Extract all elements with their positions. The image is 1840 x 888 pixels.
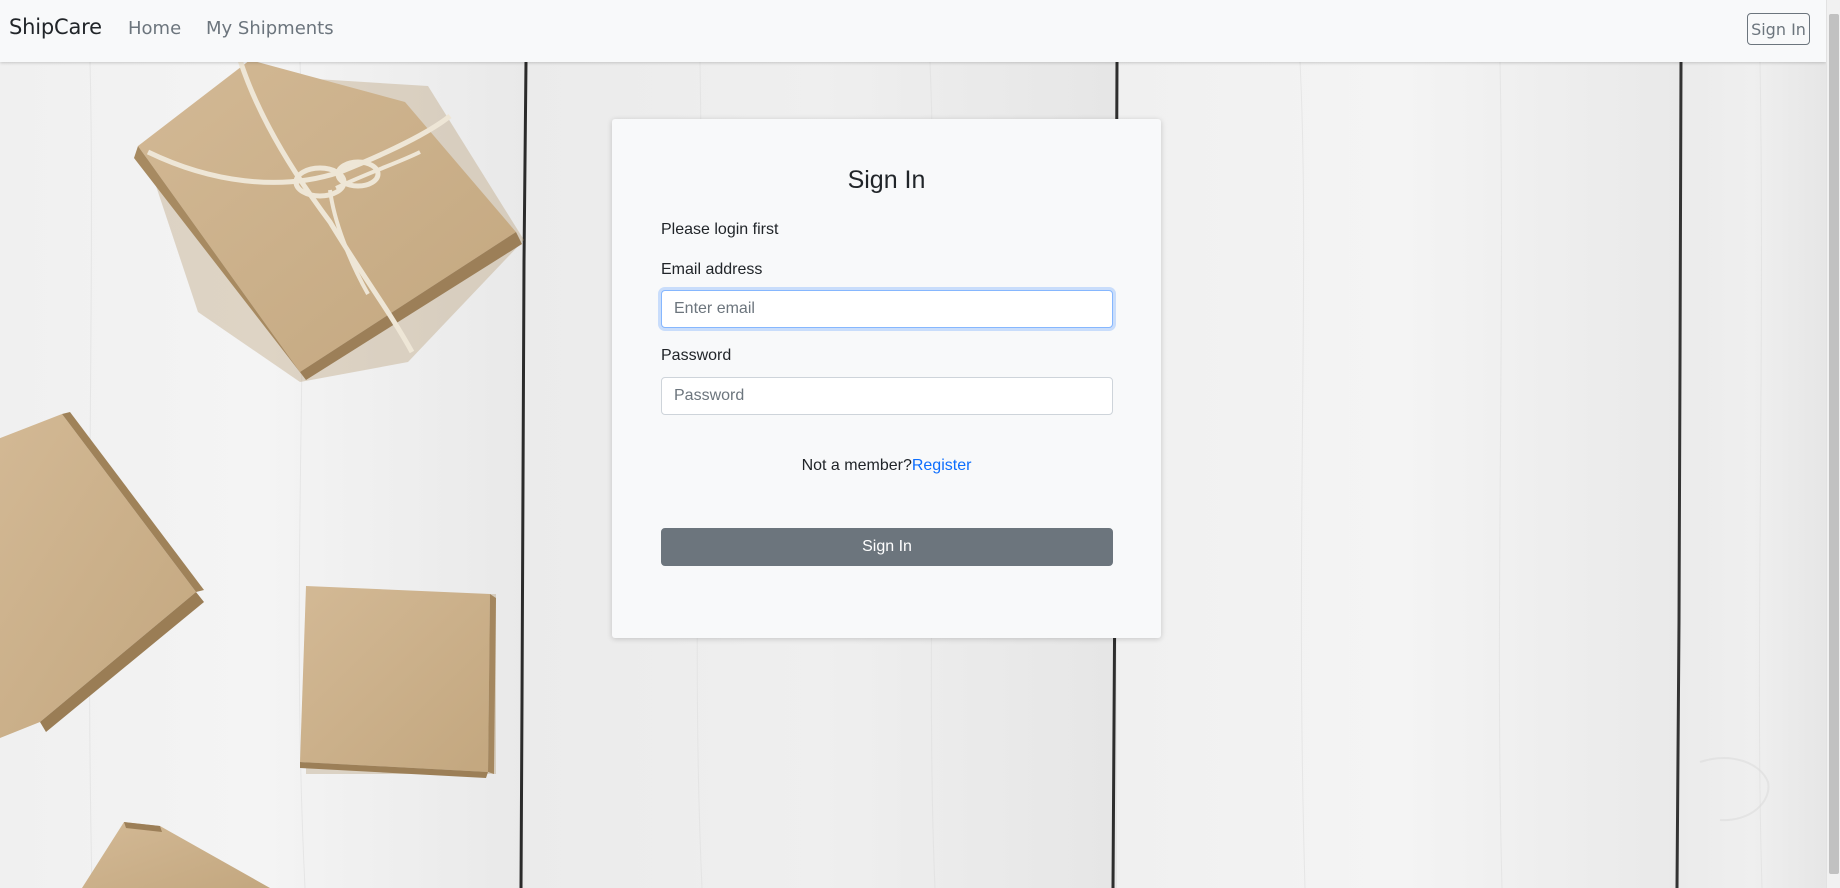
vertical-scrollbar[interactable] <box>1826 0 1840 888</box>
navbar: ShipCare Home My Shipments Sign In <box>0 0 1826 62</box>
nav-link-my-shipments[interactable]: My Shipments <box>206 18 334 39</box>
navbar-sign-in-button[interactable]: Sign In <box>1747 13 1810 45</box>
scrollbar-thumb[interactable] <box>1829 14 1839 874</box>
brand-logo[interactable]: ShipCare <box>9 15 102 39</box>
register-prompt: Not a member?Register <box>612 457 1161 475</box>
page: ShipCare Home My Shipments Sign In Sign … <box>0 0 1840 888</box>
nav-link-home[interactable]: Home <box>128 18 181 39</box>
sign-in-submit-button[interactable]: Sign In <box>661 528 1113 566</box>
login-subtitle: Please login first <box>661 221 779 238</box>
email-label: Email address <box>661 261 763 278</box>
member-prompt-text: Not a member? <box>801 457 912 474</box>
email-input[interactable] <box>661 290 1113 328</box>
card-title: Sign In <box>847 166 926 194</box>
sign-in-card: Sign In Please login first Email address… <box>612 119 1161 638</box>
password-input[interactable] <box>661 377 1113 415</box>
password-label: Password <box>661 347 732 364</box>
register-link[interactable]: Register <box>912 457 972 474</box>
